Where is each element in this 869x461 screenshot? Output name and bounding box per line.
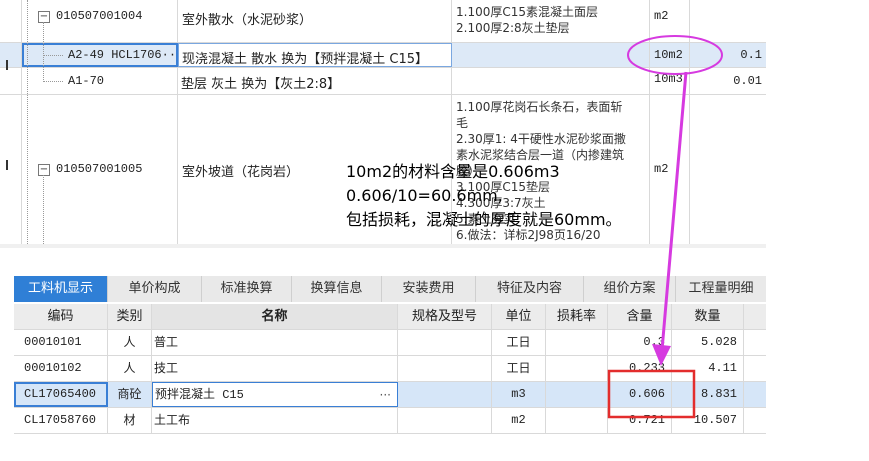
- table-row-selected[interactable]: CL17065400 商砼 预拌混凝土 C15 ··· m3 0.606 8.8…: [14, 382, 766, 408]
- resource-content: 0.3: [608, 330, 672, 355]
- item-unit: m2: [654, 162, 669, 176]
- resource-type: 人: [108, 330, 152, 355]
- resource-grid: 编码 类别 名称 规格及型号 单位 损耗率 含量 数量 00010101 人 普…: [14, 304, 766, 461]
- item-name: 室外散水（水泥砂浆）: [182, 13, 313, 28]
- resource-code: CL17065400: [14, 382, 108, 407]
- resource-loss: [546, 356, 608, 381]
- annotation-line: 10m2的材料含量是0.606m3: [346, 162, 560, 181]
- resource-code: 00010102: [14, 356, 108, 381]
- collapse-icon[interactable]: −: [38, 164, 50, 176]
- tree-line: [43, 175, 44, 248]
- item-features: 1.100厚C15素混凝土面层 2.100厚2:8灰土垫层: [456, 5, 599, 35]
- annotation-line: 包括损耗，混凝土的厚度就是60mm。: [346, 210, 622, 229]
- more-icon[interactable]: ···: [380, 383, 391, 407]
- bill-row[interactable]: − 010507001004 室外散水（水泥砂浆） 1.100厚C15素混凝土面…: [0, 0, 766, 43]
- resource-content: 0.233: [608, 356, 672, 381]
- tab-pricing-plan[interactable]: 组价方案: [584, 276, 676, 302]
- table-row[interactable]: 00010101 人 普工 工日 0.3 5.028: [14, 330, 766, 356]
- tab-conversion-info[interactable]: 换算信息: [292, 276, 382, 302]
- resource-code: 00010101: [14, 330, 108, 355]
- resource-loss: [546, 330, 608, 355]
- annotation-line: 0.606/10=60.6mm,: [346, 186, 503, 205]
- tab-unit-price[interactable]: 单价构成: [108, 276, 202, 302]
- resource-unit: m3: [492, 382, 546, 407]
- resource-content: 0.606: [608, 382, 672, 407]
- resource-spec: [398, 356, 492, 381]
- resource-loss: [546, 382, 608, 407]
- resource-spec: [398, 330, 492, 355]
- resource-spec: [398, 408, 492, 433]
- quota-unit: 10m2: [654, 48, 683, 62]
- resource-code: CL17058760: [14, 408, 108, 433]
- resource-type: 材: [108, 408, 152, 433]
- quota-code: A2-49 HCL1706···: [68, 48, 178, 62]
- resource-quantity: 8.831: [672, 382, 744, 407]
- quota-qty: 0.01: [733, 74, 762, 88]
- left-edge-mark: [6, 160, 8, 170]
- quota-row[interactable]: A2-49 HCL1706··· 现浇混凝土 散水 换为【预拌混凝土 C15】 …: [0, 43, 766, 68]
- quota-qty: 0.1: [740, 48, 762, 62]
- tab-resource-display[interactable]: 工料机显示: [14, 276, 108, 302]
- resource-type: 人: [108, 356, 152, 381]
- tree-line: [43, 55, 63, 56]
- resource-name: 技工: [152, 356, 398, 381]
- resource-name: 土工布: [152, 408, 398, 433]
- left-edge-mark: [6, 60, 8, 70]
- item-code: 010507001004: [56, 9, 143, 23]
- tab-features[interactable]: 特征及内容: [476, 276, 584, 302]
- header-spec[interactable]: 规格及型号: [398, 304, 492, 329]
- quota-code: A1-70: [68, 74, 105, 88]
- tab-standard-conversion[interactable]: 标准换算: [202, 276, 292, 302]
- table-row[interactable]: CL17058760 材 土工布 m2 0.721 10.507: [14, 408, 766, 434]
- detail-tab-bar: 工料机显示 单价构成 标准换算 换算信息 安装费用 特征及内容 组价方案 工程量…: [14, 276, 766, 302]
- annotation-note: 10m2的材料含量是0.606m3 0.606/10=60.6mm, 包括损耗，…: [346, 160, 622, 232]
- resource-content: 0.721: [608, 408, 672, 433]
- item-code: 010507001005: [56, 162, 143, 176]
- tree-line: [43, 22, 44, 82]
- tab-quantity-detail[interactable]: 工程量明细: [676, 276, 766, 302]
- resource-quantity: 5.028: [672, 330, 744, 355]
- header-loss[interactable]: 损耗率: [546, 304, 608, 329]
- resource-unit: 工日: [492, 356, 546, 381]
- quota-name: 垫层 灰土 换为【灰土2:8】: [181, 77, 341, 92]
- header-quantity[interactable]: 数量: [672, 304, 744, 329]
- quota-name: 现浇混凝土 散水 换为【预拌混凝土 C15】: [182, 52, 429, 67]
- resource-unit: m2: [492, 408, 546, 433]
- tab-install-fee[interactable]: 安装费用: [382, 276, 476, 302]
- horizontal-scrollbar[interactable]: [0, 244, 766, 248]
- quota-unit: 10m3: [654, 72, 683, 86]
- item-name: 室外坡道（花岗岩）: [182, 165, 300, 180]
- resource-spec: [398, 382, 492, 407]
- header-type[interactable]: 类别: [108, 304, 152, 329]
- resource-type: 商砼: [108, 382, 152, 407]
- item-unit: m2: [654, 9, 669, 23]
- tree-line: [43, 81, 63, 82]
- resource-name: 普工: [152, 330, 398, 355]
- header-code[interactable]: 编码: [14, 304, 108, 329]
- quota-row[interactable]: A1-70 垫层 灰土 换为【灰土2:8】 10m3 0.01: [0, 68, 766, 95]
- collapse-icon[interactable]: −: [38, 11, 50, 23]
- resource-unit: 工日: [492, 330, 546, 355]
- resource-quantity: 4.11: [672, 356, 744, 381]
- resource-header-row: 编码 类别 名称 规格及型号 单位 损耗率 含量 数量: [14, 304, 766, 330]
- table-row[interactable]: 00010102 人 技工 工日 0.233 4.11: [14, 356, 766, 382]
- resource-loss: [546, 408, 608, 433]
- resource-quantity: 10.507: [672, 408, 744, 433]
- tree-line: [27, 0, 28, 248]
- header-name[interactable]: 名称: [152, 304, 398, 329]
- resource-name: 预拌混凝土 C15: [155, 388, 244, 402]
- header-unit[interactable]: 单位: [492, 304, 546, 329]
- resource-name-editor[interactable]: 预拌混凝土 C15 ···: [152, 382, 398, 407]
- header-content[interactable]: 含量: [608, 304, 672, 329]
